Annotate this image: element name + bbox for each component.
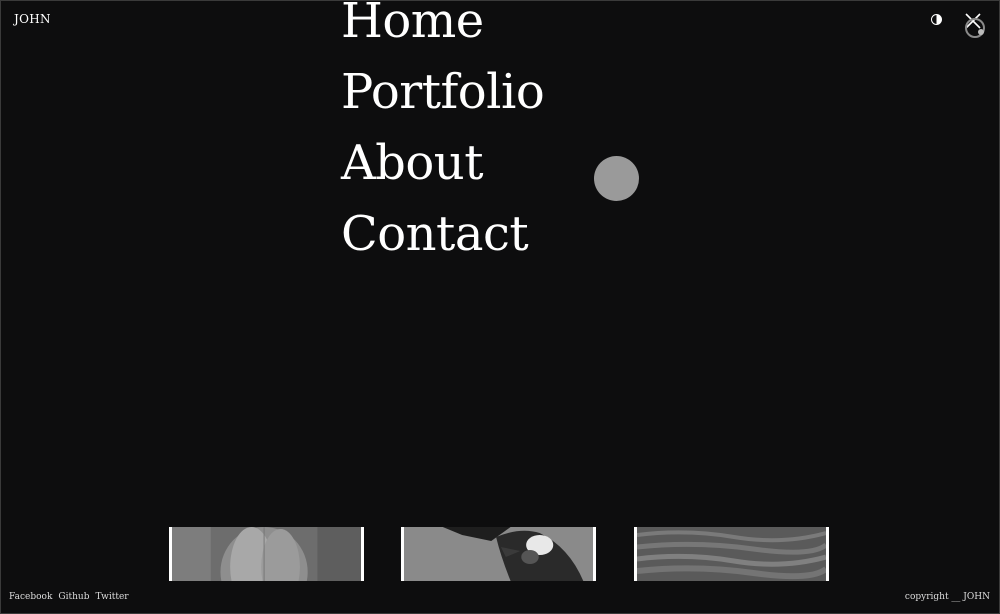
menu-item-about[interactable]: About xyxy=(341,128,544,199)
thumbnail-water[interactable] xyxy=(634,527,829,581)
twitter-link[interactable]: Twitter xyxy=(95,592,128,602)
github-link[interactable]: Github xyxy=(58,592,89,602)
social-links: Facebook Github Twitter xyxy=(9,592,129,602)
facebook-link[interactable]: Facebook xyxy=(9,592,52,602)
cursor-ring-icon xyxy=(965,18,985,38)
logo-link[interactable]: JOHN xyxy=(14,12,51,26)
menu-item-portfolio[interactable]: Portfolio xyxy=(341,57,545,128)
menu-item-home[interactable]: Home xyxy=(341,0,544,57)
hover-blob xyxy=(594,156,639,201)
copyright-text: copyright __ JOHN xyxy=(904,592,990,602)
menu-item-contact[interactable]: Contact xyxy=(341,199,544,270)
thumbnail-tulip[interactable] xyxy=(169,527,364,581)
main-menu: Home Portfolio About Contact xyxy=(341,0,545,270)
thumbnail-bird[interactable] xyxy=(401,527,596,581)
theme-toggle-icon[interactable] xyxy=(931,14,942,25)
